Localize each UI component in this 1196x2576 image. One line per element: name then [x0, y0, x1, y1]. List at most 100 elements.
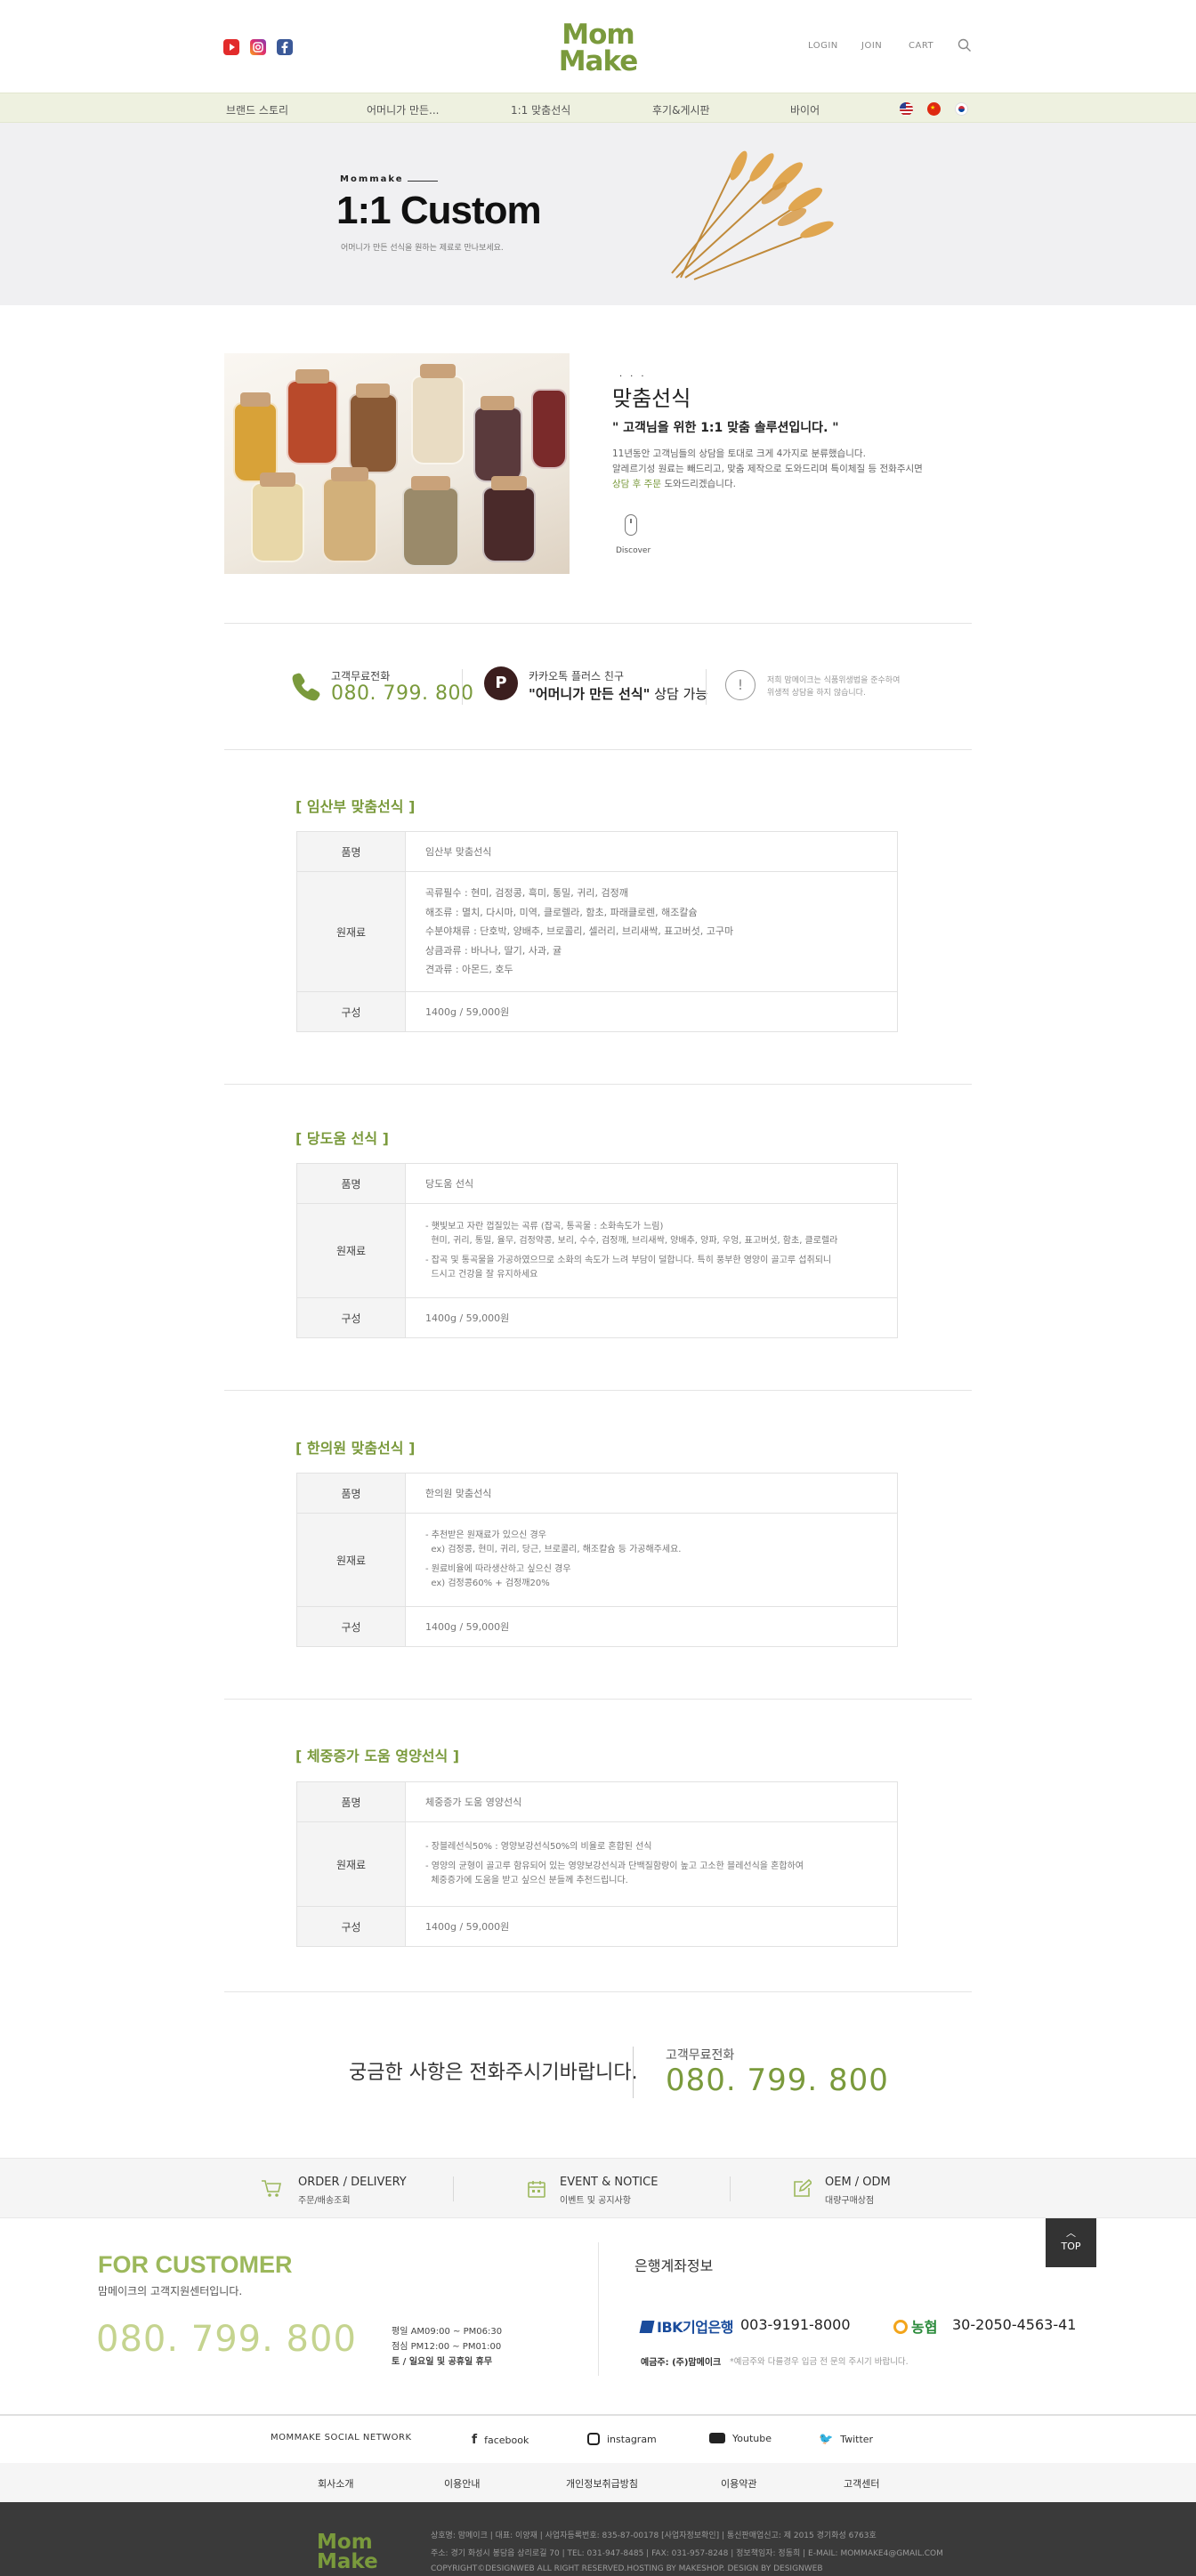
- twitter-link[interactable]: 🐦 Twitter: [819, 2433, 873, 2446]
- hero-divider: [408, 181, 438, 182]
- quick-oem-title[interactable]: OEM / ODM: [825, 2176, 891, 2189]
- phone-number[interactable]: 080. 799. 800: [331, 682, 473, 705]
- hero-description: 어머니가 만든 선식을 원하는 제료로 만나보세요.: [341, 244, 504, 253]
- composition-label: 구성: [296, 1297, 406, 1338]
- logo-line-1: Mom: [562, 19, 634, 51]
- ingredient-line: - 원료비율에 따라생산하고 싶으신 경우: [425, 1564, 571, 1574]
- youtube-link[interactable]: Youtube: [709, 2433, 772, 2444]
- wheat-image: [659, 144, 836, 287]
- footer-info-2: 주소: 경기 화성시 봉담읍 상리로길 70 | TEL: 031-947-84…: [431, 2549, 943, 2558]
- divider: [633, 2047, 634, 2098]
- logo-line-2: Make: [558, 45, 639, 77]
- product-title: [ 당도움 선식 ]: [295, 1130, 389, 1147]
- product-table: 품명 한의원 맞춤선식 원재료 - 추천받은 원재료가 있으신 경우 ex) 검정…: [296, 1473, 898, 1647]
- footer-nav-guide[interactable]: 이용안내: [444, 2476, 480, 2491]
- quick-event-title[interactable]: EVENT & NOTICE: [560, 2176, 658, 2189]
- kakao-title[interactable]: "어머니가 만든 선식" 상담 가능: [529, 684, 707, 703]
- logo[interactable]: Mom Make: [554, 19, 642, 77]
- ingredient-line: - 장블레선식50% : 영양보강선식50%의 비율로 혼합된 선식: [425, 1842, 652, 1852]
- nav-item-custom[interactable]: 1:1 맞춤선식: [511, 102, 570, 117]
- nav-item-board[interactable]: 후기&게시판: [652, 102, 710, 117]
- product-title: [ 한의원 맞춤선식 ]: [295, 1440, 416, 1457]
- ingredient-line: ex) 검정콩60% + 검정깨20%: [425, 1579, 550, 1588]
- nav-item-mother-made[interactable]: 어머니가 만든...: [367, 102, 440, 117]
- phone-icon: [290, 670, 322, 702]
- name-value: 체중증가 도움 영양선식: [405, 1781, 898, 1822]
- name-label: 품명: [296, 1473, 406, 1514]
- call-question: 궁금한 사항은 전화주시기바랍니다.: [349, 2062, 638, 2084]
- login-link[interactable]: LOGIN: [808, 41, 838, 51]
- flag-cn-icon[interactable]: ★: [927, 102, 941, 116]
- edit-icon[interactable]: [792, 2178, 813, 2199]
- nav-item-buyer[interactable]: 바이어: [790, 102, 820, 117]
- divider: [224, 1084, 972, 1085]
- kakao-title-main: "어머니가 만든 선식": [529, 686, 651, 702]
- name-label: 품명: [296, 831, 406, 872]
- ibk-name: IBK기업은행: [657, 2319, 733, 2336]
- footer-logo[interactable]: Mom Make: [317, 2532, 378, 2572]
- twitter-label: Twitter: [840, 2434, 874, 2445]
- quick-order-sub: 주문/배송조회: [298, 2196, 351, 2206]
- discover-label[interactable]: Discover: [616, 546, 651, 555]
- mouse-scroll-icon[interactable]: [625, 514, 637, 536]
- nav-item-brand-story[interactable]: 브랜드 스토리: [226, 102, 288, 117]
- footer-nav: 회사소개 이용안내 개인정보취급방침 이용약관 고객센터: [0, 2463, 1196, 2502]
- footer-logo-line-1: Mom: [317, 2531, 373, 2554]
- youtube-icon[interactable]: [223, 39, 239, 55]
- call-number[interactable]: 080. 799. 800: [666, 2063, 889, 2098]
- ingredient-line: - 잡곡 및 통곡물을 가공하였으므로 소화의 속도가 느려 부담이 덜합니다.…: [425, 1255, 832, 1265]
- customer-number[interactable]: 080. 799. 800: [96, 2319, 357, 2360]
- join-link[interactable]: JOIN: [861, 41, 882, 51]
- divider: [462, 669, 463, 705]
- ingredient-line: 상큼과류 : 바나나, 딸기, 사과, 귤: [425, 944, 562, 957]
- composition-value: 1400g / 59,000원: [405, 1906, 898, 1947]
- composition-label: 구성: [296, 991, 406, 1032]
- spice-jars-image: [224, 353, 570, 574]
- bank-title: 은행계좌정보: [634, 2257, 714, 2274]
- divider: [224, 623, 972, 624]
- composition-value: 1400g / 59,000원: [405, 1606, 898, 1647]
- cart-link[interactable]: CART: [909, 41, 933, 51]
- flag-us-icon[interactable]: [900, 102, 913, 116]
- intro-paragraph-3: 상담 후 주문 도와드리겠습니다.: [612, 477, 736, 490]
- composition-value: 1400g / 59,000원: [405, 1297, 898, 1338]
- flag-kr-icon[interactable]: [955, 102, 968, 116]
- ingredient-line: 수분야채류 : 단호박, 양배추, 브로콜리, 셀러리, 브리새싹, 표고버섯,…: [425, 925, 734, 938]
- quick-links: ORDER / DELIVERY 주문/배송조회 EVENT & NOTICE …: [0, 2158, 1196, 2218]
- name-label: 품명: [296, 1163, 406, 1204]
- footer-copyright: COPYRIGHT©DESIGNWEB ALL RIGHT RESERVED.H…: [431, 2564, 823, 2573]
- calendar-icon[interactable]: [527, 2179, 546, 2199]
- instagram-icon[interactable]: [250, 39, 266, 55]
- name-value: 한의원 맞춤선식: [405, 1473, 898, 1514]
- footer-nav-privacy[interactable]: 개인정보취급방침: [566, 2476, 638, 2491]
- composition-label: 구성: [296, 1906, 406, 1947]
- footer-nav-support[interactable]: 고객센터: [844, 2476, 879, 2491]
- name-value: 당도움 선식: [405, 1163, 898, 1204]
- composition-value: 1400g / 59,000원: [405, 991, 898, 1032]
- product-table: 품명 체중증가 도움 영양선식 원재료 - 장블레선식50% : 영양보강선식50…: [296, 1781, 898, 1947]
- ingredient-line: 체중증가에 도움을 받고 싶으신 분들께 추천드립니다.: [425, 1876, 628, 1886]
- hero-banner: Mommake 1:1 Custom 어머니가 만든 선식을 원하는 제료로 만…: [0, 123, 1196, 305]
- hours-holiday: 토 / 일요일 및 공휴일 휴무: [392, 2357, 493, 2367]
- instagram-icon: [587, 2433, 600, 2445]
- intro-paragraph-2: 알레르기성 원료는 빼드리고, 맞춤 제작으로 도와드리며 특이체질 등 전화주…: [612, 464, 923, 474]
- notice-line-2: 위생적 상담을 하지 않습니다.: [767, 689, 866, 698]
- facebook-link[interactable]: f facebook: [472, 2433, 529, 2447]
- footer-nav-terms[interactable]: 이용약관: [721, 2476, 756, 2491]
- footer-logo-line-2: Make: [317, 2550, 378, 2573]
- bank-owner-note: *예금주와 다를경우 입금 전 문의 주시기 바랍니다.: [730, 2357, 909, 2367]
- ingredients-cell: - 추천받은 원재료가 있으신 경우 ex) 검정콩, 현미, 귀리, 당근, …: [405, 1513, 898, 1607]
- cart-icon[interactable]: [261, 2179, 282, 2199]
- ingredient-line: - 햇빛보고 자란 껍질있는 곡류 (잡곡, 통곡물 : 소화속도가 느림): [425, 1221, 664, 1231]
- footer-nav-company[interactable]: 회사소개: [318, 2476, 353, 2491]
- instagram-link[interactable]: instagram: [587, 2433, 657, 2445]
- divider: [598, 2242, 599, 2376]
- kakao-plus-icon[interactable]: P: [484, 666, 518, 700]
- search-icon[interactable]: [958, 38, 972, 52]
- quick-order-title[interactable]: ORDER / DELIVERY: [298, 2176, 407, 2189]
- top-button[interactable]: ︿ TOP: [1046, 2218, 1096, 2267]
- ingredients-cell: - 햇빛보고 자란 껍질있는 곡류 (잡곡, 통곡물 : 소화속도가 느림) 현…: [405, 1203, 898, 1298]
- facebook-icon[interactable]: [277, 39, 293, 55]
- call-label: 고객무료전화: [666, 2048, 735, 2063]
- product-title: [ 임산부 맞춤선식 ]: [295, 798, 416, 815]
